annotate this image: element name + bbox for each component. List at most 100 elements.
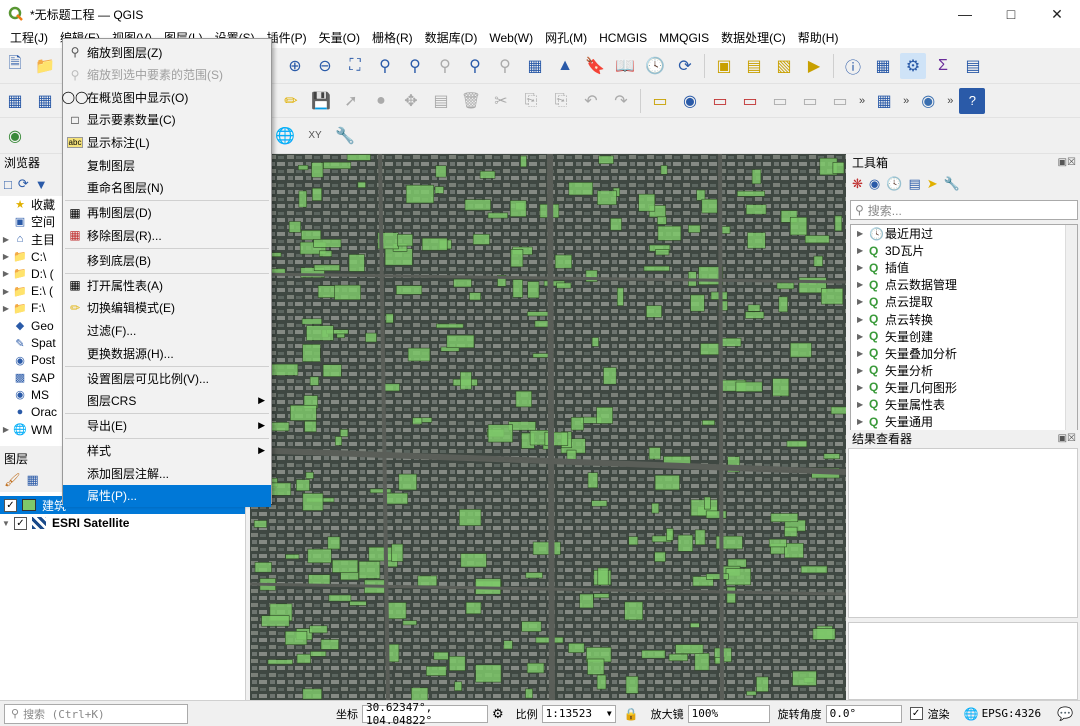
label-style-icon[interactable]: ◉: [677, 88, 703, 114]
edit-features-icon[interactable]: ➤: [927, 176, 938, 192]
toggle-editing-icon[interactable]: ✏: [278, 88, 304, 114]
toolbox-provider-item[interactable]: ▶ Q 点云转换: [851, 310, 1077, 327]
zoom-last-icon[interactable]: ⚲: [462, 53, 488, 79]
filter-icon[interactable]: ▼: [35, 177, 48, 192]
processing-toolbox-icon[interactable]: ⚙: [900, 52, 926, 79]
refresh-icon[interactable]: ⟳: [672, 53, 698, 79]
new-3d-view-icon[interactable]: ▲: [552, 53, 578, 79]
locator-search-input[interactable]: ⚲ 搜索 (Ctrl+K): [4, 703, 188, 724]
rename-layer-item[interactable]: 重命名图层(N): [63, 177, 271, 199]
layer-row-satellite[interactable]: ▼ ✓ ESRI Satellite: [0, 514, 245, 532]
deselect-icon[interactable]: ▧: [771, 53, 797, 79]
menu-item[interactable]: 工程(J): [4, 28, 54, 48]
rotation-field[interactable]: 0.0°: [825, 704, 902, 723]
scripts-icon[interactable]: ◉: [869, 176, 880, 192]
undo-icon[interactable]: ↶: [578, 88, 604, 114]
label-rotate-icon[interactable]: ▭: [797, 88, 823, 114]
plugin-web-icon[interactable]: 🌐: [272, 123, 298, 149]
bookmarks-icon[interactable]: 📖: [612, 53, 638, 79]
identify-icon[interactable]: ⓘ: [840, 53, 866, 79]
menu-item[interactable]: 矢量(O): [313, 28, 366, 48]
zoom-out-icon[interactable]: ⊖: [312, 53, 338, 79]
toolbox-provider-item[interactable]: ▶ Q 3D瓦片: [851, 242, 1077, 259]
toolbar-overflow-icon[interactable]: »: [947, 95, 953, 107]
crs-value[interactable]: EPSG:4326: [982, 707, 1042, 720]
expand-arrow-icon[interactable]: ▶: [857, 246, 869, 255]
style-brush-icon[interactable]: 🖌: [4, 472, 21, 488]
measure-icon[interactable]: ▤: [960, 53, 986, 79]
expand-arrow-icon[interactable]: ▶: [857, 366, 869, 375]
select-features-icon[interactable]: ▣: [711, 53, 737, 79]
export-item[interactable]: 导出(E) ▶: [63, 415, 271, 437]
statistics-sigma-icon[interactable]: Σ: [930, 53, 956, 79]
copy-icon[interactable]: ⎘: [518, 88, 544, 114]
toolbox-provider-item[interactable]: ▶ Q 矢量创建: [851, 328, 1077, 345]
duplicate-layer-item[interactable]: ▦ 再制图层(D): [63, 202, 271, 224]
magnifier-field[interactable]: 100%: [687, 704, 770, 723]
styles-item[interactable]: 样式 ▶: [63, 440, 271, 462]
add-group-icon[interactable]: ▦: [27, 472, 39, 488]
new-map-view-icon[interactable]: ▦: [522, 53, 548, 79]
copy-layer-item[interactable]: 复制图层: [63, 154, 271, 176]
minimize-button[interactable]: —: [942, 0, 988, 28]
messages-icon[interactable]: 💬: [1057, 706, 1073, 722]
options-wrench-icon[interactable]: 🔧: [944, 176, 960, 192]
lock-scale-icon[interactable]: 🔒: [624, 707, 639, 721]
toolbox-provider-item[interactable]: ▶ Q 矢量几何图形: [851, 379, 1077, 396]
zoom-full-icon[interactable]: ⛶: [342, 53, 368, 79]
expand-arrow-icon[interactable]: ▶: [857, 315, 869, 324]
expand-arrow-icon[interactable]: ▶: [0, 287, 12, 296]
temporal-icon[interactable]: 🕓: [642, 53, 668, 79]
zoom-selection-icon[interactable]: ⚲: [372, 53, 398, 79]
render-checkbox[interactable]: ✓: [909, 707, 923, 720]
expand-arrow-icon[interactable]: ▶: [0, 252, 12, 261]
toolbox-provider-item[interactable]: ▶ Q 矢量属性表: [851, 396, 1077, 413]
show-feature-count-item[interactable]: □ 显示要素数量(C): [63, 109, 271, 131]
menu-item[interactable]: 网孔(M): [539, 28, 593, 48]
paste-icon[interactable]: ⎘: [548, 88, 574, 114]
select-by-attr-icon[interactable]: ▤: [741, 53, 767, 79]
add-layer-notes-item[interactable]: 添加图层注解...: [63, 462, 271, 484]
label-hide-icon[interactable]: ▭: [737, 88, 763, 114]
menu-item[interactable]: HCMGIS: [593, 28, 653, 48]
expand-arrow-icon[interactable]: ▶: [857, 332, 869, 341]
expand-arrow-icon[interactable]: ▶: [857, 280, 869, 289]
show-labels-item[interactable]: abc 显示标注(L): [63, 131, 271, 153]
refresh-icon[interactable]: ⟳: [18, 176, 29, 192]
redo-icon[interactable]: ↷: [608, 88, 634, 114]
zoom-to-layer-item[interactable]: ⚲ 缩放到图层(Z): [63, 41, 271, 63]
toolbar-overflow-icon[interactable]: »: [859, 95, 865, 107]
menu-item[interactable]: 数据库(D): [419, 28, 484, 48]
open-attribute-table-item[interactable]: ▦ 打开属性表(A): [63, 274, 271, 296]
remove-layer-item[interactable]: ▦ 移除图层(R)...: [63, 224, 271, 246]
help-icon[interactable]: ?: [959, 87, 986, 114]
collapse-arrow-icon[interactable]: ▼: [2, 519, 10, 528]
add-selected-icon[interactable]: □: [4, 177, 12, 192]
expand-arrow-icon[interactable]: ▶: [0, 269, 12, 278]
expand-arrow-icon[interactable]: ▶: [0, 425, 12, 434]
select-location-icon[interactable]: ▶: [801, 53, 827, 79]
panel-float-close-icon[interactable]: ▣☒: [1058, 154, 1080, 172]
open-project-icon[interactable]: 📁: [32, 53, 58, 79]
toolbox-provider-item[interactable]: ▶ Q 插值: [851, 259, 1077, 276]
zoom-next-icon[interactable]: ⚲: [492, 53, 518, 79]
change-datasource-item[interactable]: 更换数据源(H)...: [63, 342, 271, 364]
maximize-button[interactable]: □: [988, 0, 1034, 28]
expand-arrow-icon[interactable]: ▶: [857, 297, 869, 306]
menu-item[interactable]: 帮助(H): [792, 28, 845, 48]
zoom-in-icon[interactable]: ⊕: [282, 53, 308, 79]
xyz-tiles-icon[interactable]: ▦: [871, 88, 897, 114]
layer-crs-item[interactable]: 图层CRS ▶: [63, 390, 271, 412]
move-to-bottom-item[interactable]: 移到底层(B): [63, 249, 271, 271]
properties-item[interactable]: 属性(P)...: [63, 484, 271, 507]
toolbox-provider-item[interactable]: ▶ Q 矢量叠加分析: [851, 345, 1077, 362]
menu-item[interactable]: 栅格(R): [366, 28, 419, 48]
toggle-extents-icon[interactable]: ⚙: [492, 706, 504, 722]
save-edits-icon[interactable]: 💾: [308, 88, 334, 114]
expand-arrow-icon[interactable]: ▶: [0, 235, 12, 244]
layer-visibility-checkbox[interactable]: ✓: [4, 498, 17, 512]
toggle-editing-item[interactable]: ✏ 切换编辑模式(E): [63, 297, 271, 319]
plugin-wrench-icon[interactable]: 🔧: [332, 123, 358, 149]
zoom-native-icon[interactable]: ⚲: [432, 53, 458, 79]
expand-arrow-icon[interactable]: ▶: [0, 304, 12, 313]
